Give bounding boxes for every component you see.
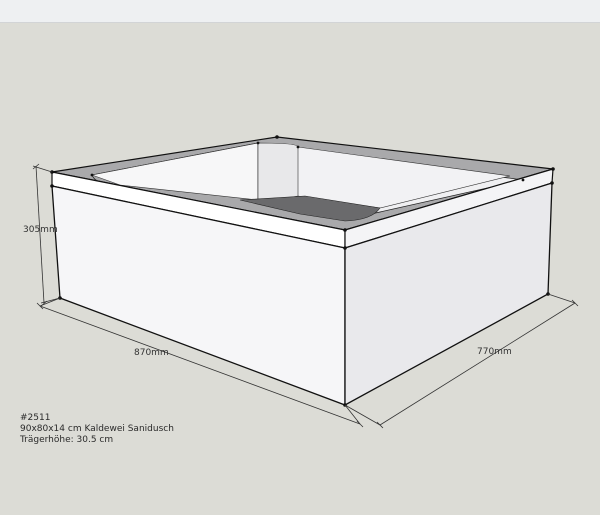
width-dimension-label: 870mm [134,348,169,358]
carrier-height: Trägerhöhe: 30.5 cm [20,435,114,445]
product-name: 90x80x14 cm Kaldewei Sanidusch [20,424,174,434]
depth-dimension-label: 770mm [477,347,512,357]
product-info: #2511 90x80x14 cm Kaldewei Sanidusch Trä… [20,413,174,446]
tray-corner-curve [257,142,299,201]
height-dimension-label: 305mm [23,225,58,235]
product-id: #2511 [20,413,51,423]
